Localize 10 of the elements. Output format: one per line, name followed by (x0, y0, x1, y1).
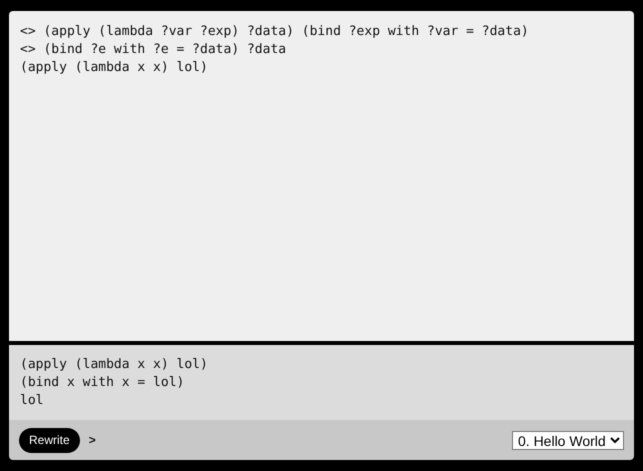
output-line: (apply (lambda x x) lol) (20, 356, 209, 374)
rewrite-button[interactable]: Rewrite (19, 428, 80, 452)
code-line: (apply (lambda x x) lol) (20, 59, 209, 77)
output-line: (bind x with x = lol) (20, 374, 186, 392)
code-line: <> (apply (lambda ?var ?exp) ?data) (bind ?exp with ?var = ?data) (20, 23, 530, 41)
prompt-symbol: > (88, 432, 96, 449)
rule-editor[interactable]: <> (apply (lambda ?var ?exp) ?data) (bind ?exp with ?var = ?data) <> (bind ?e with ?e = ?data) ?data (apply (lambda x x) lol) (9, 11, 634, 341)
example-select[interactable]: 0. Hello World (512, 430, 624, 450)
output-line: lol (20, 392, 44, 410)
code-line: <> (bind ?e with ?e = ?data) ?data (20, 41, 288, 59)
